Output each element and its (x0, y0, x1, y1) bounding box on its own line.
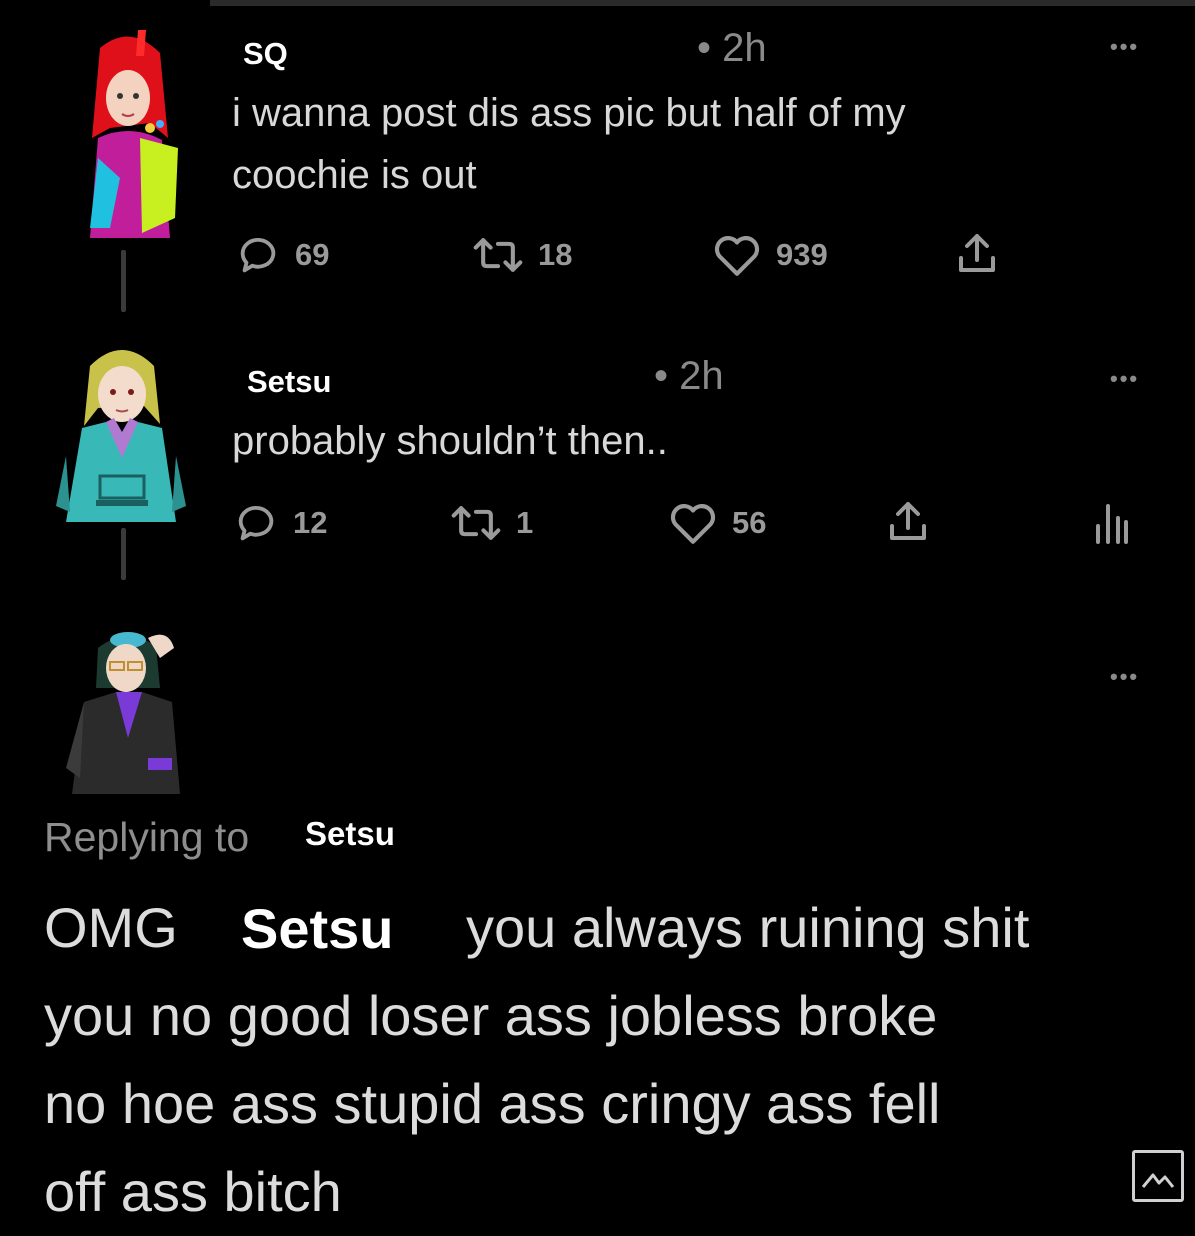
top-divider (210, 0, 1195, 6)
avatar-sq[interactable] (80, 28, 180, 238)
like-count: 939 (776, 237, 828, 272)
blonde-jacket-avatar (52, 336, 190, 522)
reply-bubble-icon (238, 505, 274, 541)
post-timestamp: • 2h (697, 26, 767, 70)
post-text-line: coochie is out (232, 153, 477, 197)
post-timestamp: • 2h (654, 354, 724, 398)
post-text-line: probably shouldn’t then.. (232, 419, 668, 463)
replying-to-username[interactable]: Setsu (305, 815, 395, 853)
more-options-icon[interactable]: ••• (1110, 366, 1139, 392)
reply-text-word: OMG (44, 896, 178, 959)
retweet-button[interactable]: 18 (472, 232, 572, 278)
post-username[interactable]: Setsu (247, 364, 331, 400)
like-button[interactable]: 56 (668, 500, 766, 546)
post-text: i wanna post dis ass pic but half of my … (232, 82, 906, 206)
thread-connector (121, 528, 126, 580)
retweet-count: 18 (538, 237, 573, 272)
avatar-setsu[interactable] (52, 336, 190, 522)
reply-button[interactable]: 69 (235, 232, 329, 278)
reply-text-line: you always ruining shit (466, 896, 1030, 959)
retweet-count: 1 (516, 505, 534, 540)
goggles-jacket-avatar (56, 618, 198, 794)
avatar-reply-author[interactable] (56, 618, 198, 794)
more-options-icon[interactable]: ••• (1110, 34, 1139, 60)
heart-icon (670, 504, 716, 544)
thread-connector (121, 250, 126, 312)
replying-to-label: Replying to (44, 814, 250, 860)
share-icon (890, 502, 926, 540)
analytics-button[interactable] (1094, 502, 1130, 544)
more-options-icon[interactable]: ••• (1110, 664, 1139, 690)
like-count: 56 (732, 505, 767, 540)
share-button[interactable] (884, 498, 932, 546)
reply-text-line: off ass bitch (44, 1160, 342, 1223)
retweet-button[interactable]: 1 (450, 500, 533, 546)
reply-text-line: you no good loser ass jobless broke (44, 984, 938, 1047)
reply-text-line: no hoe ass stupid ass cringy ass fell (44, 1072, 941, 1135)
post-text: probably shouldn’t then.. (232, 410, 668, 472)
share-button[interactable] (953, 230, 1001, 278)
share-icon (959, 234, 995, 272)
reply-button[interactable]: 12 (233, 500, 327, 546)
mountain-image-icon (1141, 1173, 1175, 1188)
image-alt-icon[interactable] (1132, 1150, 1184, 1202)
reply-mention[interactable]: Setsu (241, 896, 394, 961)
red-haired-girl-avatar (80, 28, 180, 238)
heart-icon (714, 236, 760, 276)
reply-count: 69 (295, 237, 330, 272)
reply-count: 12 (293, 505, 328, 540)
reply-bubble-icon (240, 237, 276, 273)
post-text-line: i wanna post dis ass pic but half of my (232, 91, 906, 135)
post-username[interactable]: SQ (243, 36, 288, 72)
like-button[interactable]: 939 (712, 232, 828, 278)
analytics-bars-icon (1096, 504, 1128, 544)
retweet-icon (451, 506, 501, 540)
retweet-icon (473, 238, 523, 272)
